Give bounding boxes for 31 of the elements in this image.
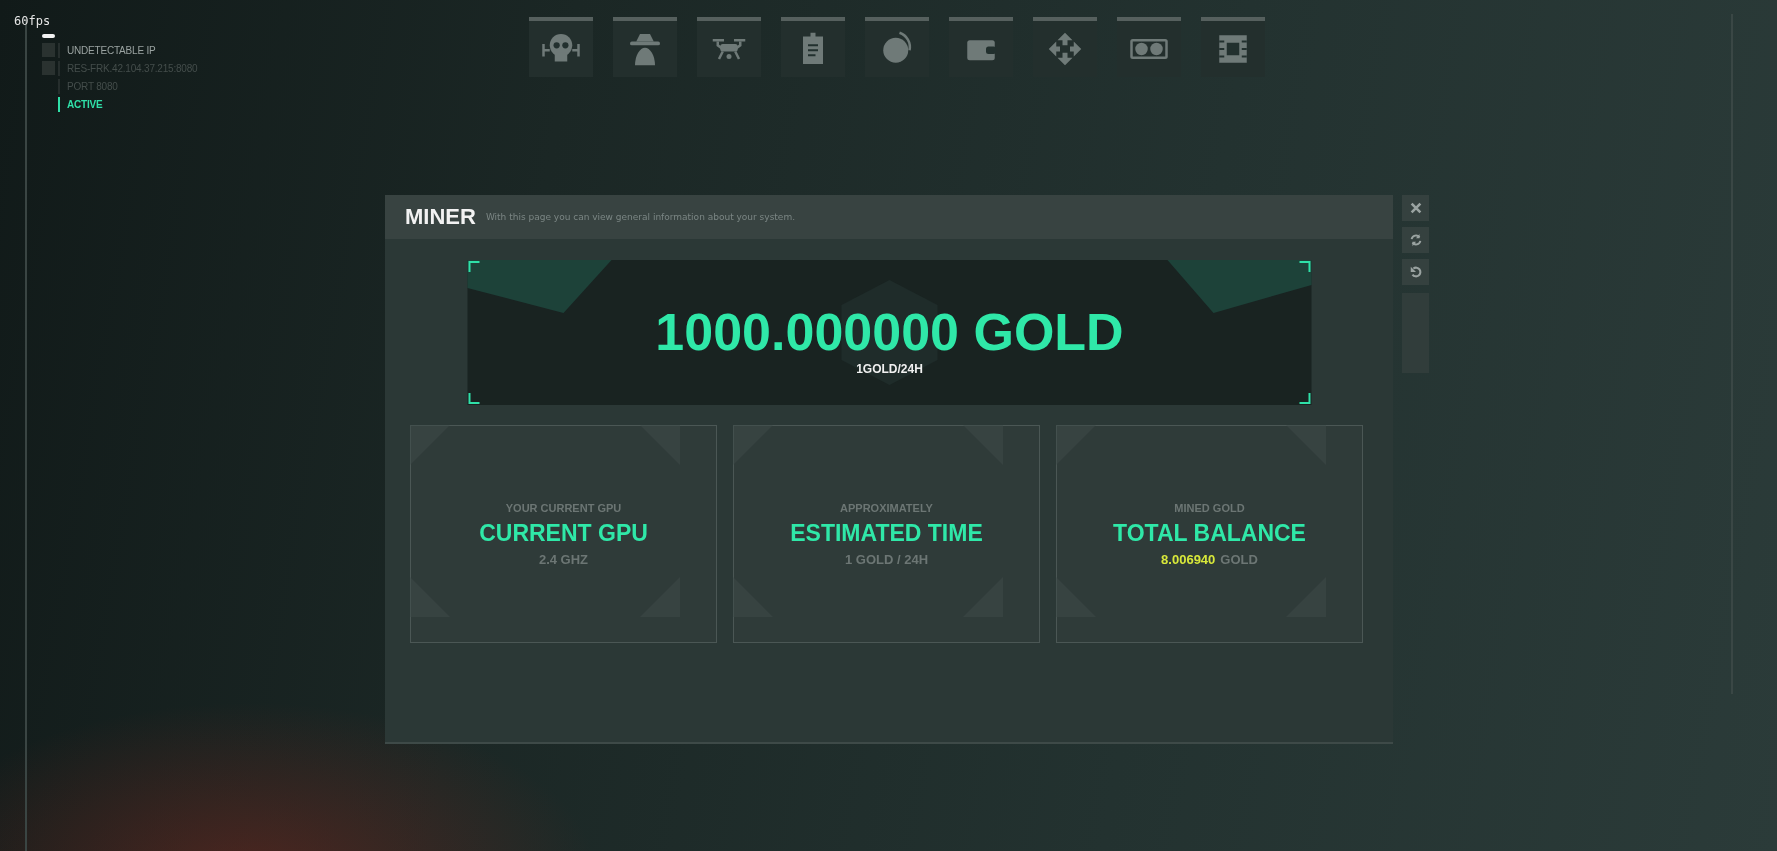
card-value: 1 GOLD / 24H xyxy=(844,551,929,567)
window-subtitle: With this page you can view general information about your system. xyxy=(485,212,795,222)
undo-icon xyxy=(1408,265,1423,279)
main-amount: 1000.000000 GOLD xyxy=(655,301,1124,362)
card-value: 2.4 GHZ xyxy=(538,551,589,567)
card-caption: MINED GOLD xyxy=(1174,501,1245,514)
refresh-icon xyxy=(1408,233,1423,247)
card-title: CURRENT GPU xyxy=(479,519,648,547)
toolbar-button[interactable] xyxy=(697,17,761,77)
status-text: ACTIVE xyxy=(67,98,103,110)
toolbar-button[interactable] xyxy=(865,17,929,77)
close-button[interactable] xyxy=(1402,195,1429,221)
refresh-button[interactable] xyxy=(1402,227,1429,253)
toolbar-button[interactable] xyxy=(613,17,677,77)
balance-unit: GOLD xyxy=(1220,551,1258,567)
card-caption: YOUR CURRENT GPU xyxy=(505,501,622,514)
indicator-bar xyxy=(42,34,55,38)
balance-amount: 8.006940 xyxy=(1161,551,1216,567)
mining-rate: 1GOLD/24H xyxy=(856,361,923,376)
status-text: UNDETECTABLE IP xyxy=(67,44,156,56)
toolbar-button[interactable] xyxy=(529,17,593,77)
card-title: TOTAL BALANCE xyxy=(1113,519,1306,547)
window-title: MINER xyxy=(405,204,476,230)
card-caption: APPROXIMATELY xyxy=(840,501,933,514)
status-square xyxy=(42,43,55,57)
card-title: ESTIMATED TIME xyxy=(790,519,983,547)
undo-button[interactable] xyxy=(1402,259,1429,285)
close-icon xyxy=(1408,201,1423,215)
fps-counter: 60fps xyxy=(14,14,52,28)
toolbar-button[interactable] xyxy=(781,17,845,77)
status-square xyxy=(42,61,55,75)
